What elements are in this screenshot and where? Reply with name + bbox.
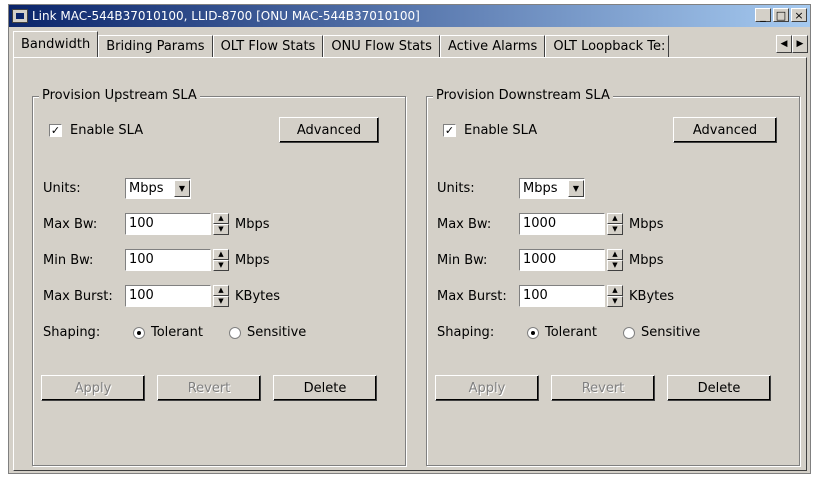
- downstream-units-select[interactable]: Mbps ▼: [519, 178, 585, 199]
- title-bar[interactable]: Link MAC-544B37010100, LLID-8700 [ONU MA…: [9, 5, 810, 27]
- upstream-sla-group: Provision Upstream SLA ✓ Enable SLA Adva…: [32, 88, 406, 466]
- downstream-max-burst-unit: KBytes: [629, 289, 675, 304]
- tab-onu-flow-stats[interactable]: ONU Flow Stats: [323, 35, 440, 57]
- upstream-min-bw-unit: Mbps: [235, 253, 270, 268]
- upstream-max-bw-spinner[interactable]: ▲ ▼: [213, 213, 229, 235]
- tab-olt-flow-stats[interactable]: OLT Flow Stats: [212, 35, 324, 57]
- downstream-max-bw-label: Max Bw:: [437, 217, 492, 232]
- downstream-min-bw-input[interactable]: 1000: [519, 249, 605, 271]
- upstream-max-burst-spinner[interactable]: ▲ ▼: [213, 285, 229, 307]
- dropdown-arrow-icon[interactable]: ▼: [568, 180, 584, 197]
- upstream-max-bw-label: Max Bw:: [43, 217, 98, 232]
- upstream-min-bw-spinner[interactable]: ▲ ▼: [213, 249, 229, 271]
- spin-up-icon[interactable]: ▲: [213, 213, 229, 224]
- downstream-enable-sla-checkbox[interactable]: ✓ Enable SLA: [443, 123, 537, 138]
- radio-unselected-icon[interactable]: [623, 326, 635, 339]
- downstream-tolerant-label: Tolerant: [545, 325, 597, 340]
- checkbox-check-icon[interactable]: ✓: [49, 124, 62, 137]
- downstream-sla-group: Provision Downstream SLA ✓ Enable SLA Ad…: [426, 88, 800, 466]
- upstream-delete-button[interactable]: Delete: [273, 375, 377, 401]
- upstream-revert-button[interactable]: Revert: [157, 375, 261, 401]
- downstream-delete-button[interactable]: Delete: [667, 375, 771, 401]
- sla-window: Link MAC-544B37010100, LLID-8700 [ONU MA…: [8, 4, 811, 474]
- upstream-min-bw-input[interactable]: 100: [125, 249, 211, 271]
- dropdown-arrow-icon[interactable]: ▼: [174, 180, 190, 197]
- downstream-group-title: Provision Downstream SLA: [433, 88, 613, 103]
- tab-olt-loopback-test[interactable]: OLT Loopback Te:: [545, 35, 670, 57]
- upstream-shaping-sensitive-radio[interactable]: Sensitive: [229, 325, 306, 340]
- spin-down-icon[interactable]: ▼: [213, 260, 229, 271]
- maximize-button[interactable]: □: [773, 8, 789, 22]
- upstream-advanced-button[interactable]: Advanced: [279, 117, 379, 143]
- tab-active-alarms[interactable]: Active Alarms: [439, 35, 546, 57]
- downstream-max-burst-spinner[interactable]: ▲ ▼: [607, 285, 623, 307]
- downstream-max-burst-label: Max Burst:: [437, 289, 507, 304]
- upstream-apply-button[interactable]: Apply: [41, 375, 145, 401]
- spin-down-icon[interactable]: ▼: [607, 296, 623, 307]
- spin-up-icon[interactable]: ▲: [213, 285, 229, 296]
- downstream-advanced-button[interactable]: Advanced: [673, 117, 777, 143]
- tab-scroll-left-icon[interactable]: ◀: [776, 35, 792, 53]
- tab-briding-params[interactable]: Briding Params: [98, 35, 213, 57]
- upstream-min-bw-label: Min Bw:: [43, 253, 94, 268]
- downstream-min-bw-unit: Mbps: [629, 253, 664, 268]
- downstream-min-bw-spinner[interactable]: ▲ ▼: [607, 249, 623, 271]
- spin-up-icon[interactable]: ▲: [607, 249, 623, 260]
- downstream-revert-button[interactable]: Revert: [551, 375, 655, 401]
- upstream-enable-sla-label: Enable SLA: [70, 123, 144, 138]
- spin-up-icon[interactable]: ▲: [607, 285, 623, 296]
- upstream-sensitive-label: Sensitive: [247, 325, 307, 340]
- downstream-enable-sla-label: Enable SLA: [464, 123, 538, 138]
- downstream-shaping-label: Shaping:: [437, 325, 495, 340]
- upstream-shaping-tolerant-radio[interactable]: Tolerant: [133, 325, 203, 340]
- upstream-shaping-label: Shaping:: [43, 325, 101, 340]
- spin-down-icon[interactable]: ▼: [607, 224, 623, 235]
- radio-selected-icon[interactable]: [527, 326, 539, 339]
- minimize-button[interactable]: _: [755, 8, 771, 22]
- window-title: Link MAC-544B37010100, LLID-8700 [ONU MA…: [32, 9, 420, 23]
- upstream-max-bw-unit: Mbps: [235, 217, 270, 232]
- spin-down-icon[interactable]: ▼: [607, 260, 623, 271]
- downstream-shaping-sensitive-radio[interactable]: Sensitive: [623, 325, 700, 340]
- tab-strip: Bandwidth Briding Params OLT Flow Stats …: [13, 31, 670, 57]
- tab-scroll-right-icon[interactable]: ▶: [792, 35, 808, 53]
- app-icon: [12, 9, 28, 23]
- downstream-units-label: Units:: [437, 181, 475, 196]
- close-button[interactable]: ×: [791, 8, 807, 22]
- spin-up-icon[interactable]: ▲: [607, 213, 623, 224]
- downstream-max-bw-spinner[interactable]: ▲ ▼: [607, 213, 623, 235]
- downstream-units-value: Mbps: [523, 181, 558, 196]
- bandwidth-panel: Provision Upstream SLA ✓ Enable SLA Adva…: [13, 57, 807, 471]
- downstream-shaping-tolerant-radio[interactable]: Tolerant: [527, 325, 597, 340]
- upstream-enable-sla-checkbox[interactable]: ✓ Enable SLA: [49, 123, 143, 138]
- upstream-tolerant-label: Tolerant: [151, 325, 203, 340]
- upstream-group-title: Provision Upstream SLA: [39, 88, 200, 103]
- radio-unselected-icon[interactable]: [229, 326, 241, 339]
- downstream-max-bw-unit: Mbps: [629, 217, 664, 232]
- spin-down-icon[interactable]: ▼: [213, 296, 229, 307]
- downstream-min-bw-label: Min Bw:: [437, 253, 488, 268]
- downstream-sensitive-label: Sensitive: [641, 325, 701, 340]
- upstream-max-bw-input[interactable]: 100: [125, 213, 211, 235]
- spin-down-icon[interactable]: ▼: [213, 224, 229, 235]
- upstream-max-burst-unit: KBytes: [235, 289, 281, 304]
- spin-up-icon[interactable]: ▲: [213, 249, 229, 260]
- downstream-apply-button[interactable]: Apply: [435, 375, 539, 401]
- downstream-max-bw-input[interactable]: 1000: [519, 213, 605, 235]
- checkbox-check-icon[interactable]: ✓: [443, 124, 456, 137]
- downstream-max-burst-input[interactable]: 100: [519, 285, 605, 307]
- upstream-units-value: Mbps: [129, 181, 164, 196]
- tab-bandwidth[interactable]: Bandwidth: [13, 31, 99, 57]
- radio-selected-icon[interactable]: [133, 326, 145, 339]
- upstream-units-label: Units:: [43, 181, 81, 196]
- upstream-max-burst-label: Max Burst:: [43, 289, 113, 304]
- upstream-max-burst-input[interactable]: 100: [125, 285, 211, 307]
- upstream-units-select[interactable]: Mbps ▼: [125, 178, 191, 199]
